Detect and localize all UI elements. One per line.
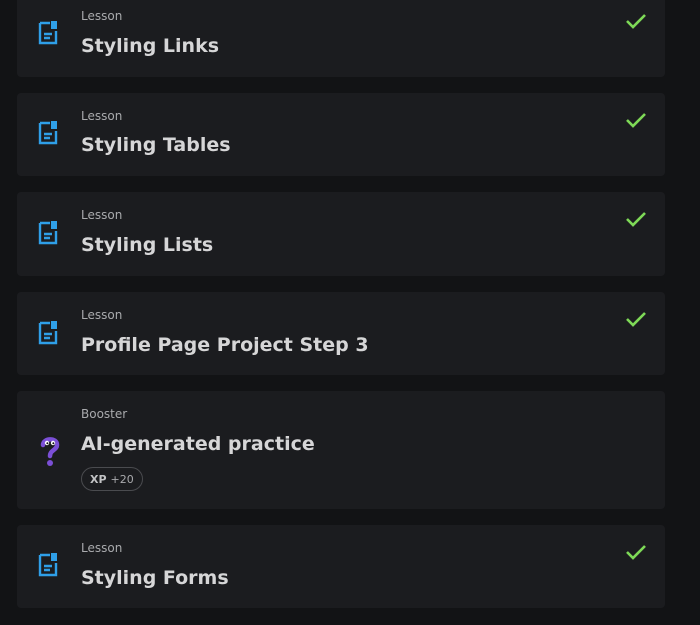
lesson-document-icon	[37, 20, 59, 50]
lesson-document-icon	[37, 120, 59, 150]
question-mark-mascot-icon	[39, 435, 61, 471]
xp-value: +20	[110, 472, 134, 486]
xp-badge: XP +20	[81, 467, 143, 491]
item-kind: Lesson	[81, 308, 123, 322]
item-kind: Lesson	[81, 541, 123, 555]
lesson-document-icon	[37, 220, 59, 250]
check-icon	[625, 210, 647, 232]
item-title: Styling Tables	[81, 134, 231, 156]
item-title: Styling Links	[81, 35, 220, 57]
list-item-styling-tables[interactable]: Lesson Styling Tables	[17, 93, 665, 176]
item-title: Styling Forms	[81, 567, 229, 589]
check-icon	[625, 543, 647, 565]
item-kind: Booster	[81, 407, 128, 421]
check-icon	[625, 12, 647, 34]
check-icon	[625, 310, 647, 332]
list-item-styling-links[interactable]: Lesson Styling Links	[17, 0, 665, 77]
list-item-profile-page-project-step-3[interactable]: Lesson Profile Page Project Step 3	[17, 292, 665, 375]
item-title: Profile Page Project Step 3	[81, 334, 369, 356]
list-item-ai-generated-practice[interactable]: Booster AI-generated practice XP +20	[17, 391, 665, 509]
item-kind: Lesson	[81, 208, 123, 222]
item-kind: Lesson	[81, 9, 123, 23]
item-title: AI-generated practice	[81, 433, 315, 455]
item-kind: Lesson	[81, 109, 123, 123]
list-item-styling-lists[interactable]: Lesson Styling Lists	[17, 192, 665, 276]
item-title: Styling Lists	[81, 234, 214, 256]
lesson-document-icon	[37, 320, 59, 350]
check-icon	[625, 111, 647, 133]
list-item-styling-forms[interactable]: Lesson Styling Forms	[17, 525, 665, 608]
xp-label: XP	[90, 472, 107, 486]
lesson-document-icon	[37, 552, 59, 582]
